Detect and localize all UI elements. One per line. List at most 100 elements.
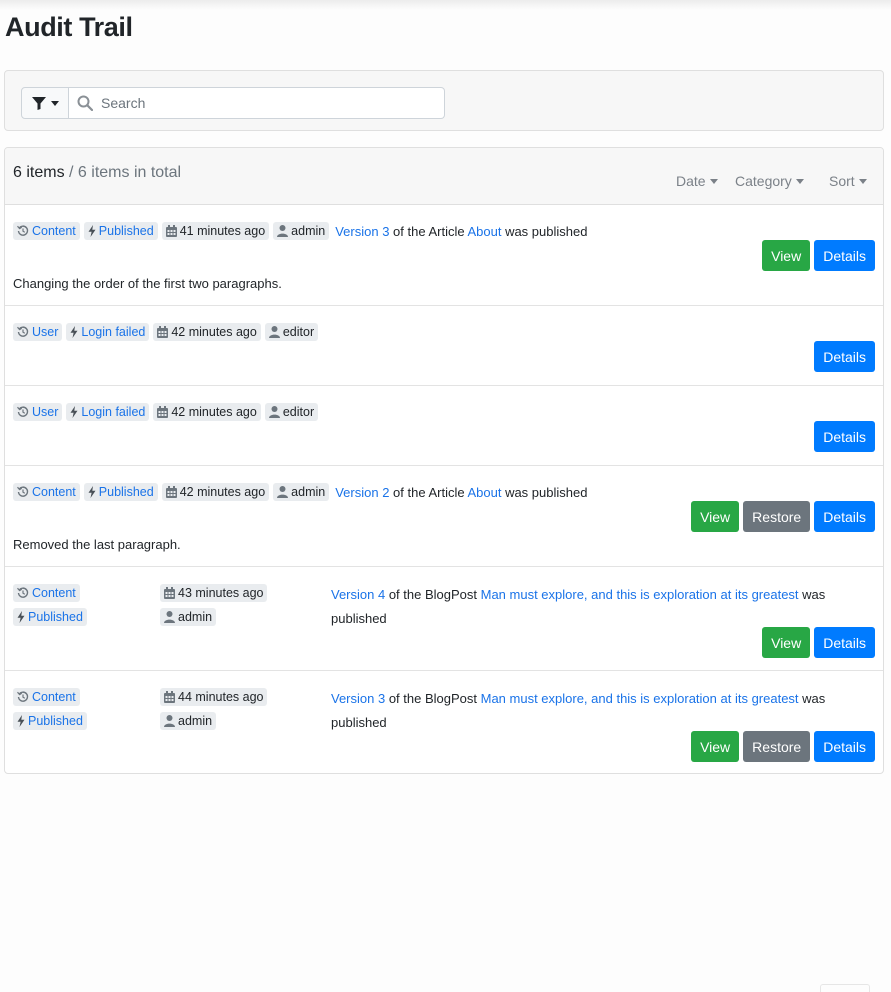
message-suffix: was published [501, 223, 588, 239]
bolt-icon [70, 406, 78, 418]
version-link[interactable]: Version 3 [335, 224, 389, 239]
event-badge-label: Published [98, 485, 154, 499]
audit-list: 6 items / 6 items in total Date Category… [4, 147, 884, 774]
history-icon [17, 225, 29, 236]
user-badge-label: admin [178, 714, 213, 728]
entry-meta: 43 minutes ago admin [160, 584, 268, 626]
user-badge: admin [273, 483, 330, 501]
restore-button[interactable]: Restore [743, 501, 811, 532]
row-actions: View Restore Details [691, 501, 875, 532]
time-badge: 42 minutes ago [153, 323, 261, 341]
sort-dropdown[interactable]: Sort [829, 173, 867, 189]
target-link[interactable]: About [467, 485, 501, 500]
search-box[interactable] [69, 87, 445, 119]
item-total-label: / 6 items in total [69, 164, 182, 181]
user-badge: editor [264, 323, 319, 341]
view-button[interactable]: View [762, 627, 811, 658]
details-button[interactable]: Details [814, 341, 875, 372]
row-actions: View Details [762, 240, 875, 271]
event-badge[interactable]: Published [83, 483, 158, 501]
audit-entry: Content Published 41 minutes ago admin Versi… [5, 205, 883, 306]
category-badge[interactable]: Content [13, 688, 80, 706]
entry-comment: Changing the order of the first two para… [13, 276, 282, 291]
view-button[interactable]: View [691, 731, 740, 762]
entry-meta: Content Published 41 minutes ago admin Versi… [13, 222, 587, 240]
user-icon [164, 715, 175, 727]
user-badge: admin [273, 222, 330, 240]
category-badge[interactable]: User [13, 323, 63, 341]
search-group [21, 87, 445, 119]
message-text: of the Article [389, 484, 468, 500]
history-icon [17, 691, 29, 702]
corner-widget [820, 984, 870, 992]
category-badge[interactable]: Content [13, 584, 80, 602]
user-badge: editor [264, 403, 319, 421]
history-icon [17, 406, 29, 417]
message-text: of the Article [389, 223, 468, 239]
time-badge-label: 44 minutes ago [178, 690, 264, 704]
event-badge[interactable]: Published [83, 222, 158, 240]
details-button[interactable]: Details [814, 731, 875, 762]
view-button[interactable]: View [691, 501, 740, 532]
version-link[interactable]: Version 3 [331, 691, 385, 706]
search-icon [77, 95, 93, 111]
chevron-down-icon [50, 100, 59, 106]
bolt-icon [17, 611, 25, 623]
event-badge[interactable]: Published [13, 712, 87, 730]
category-badge-label: User [32, 405, 59, 419]
calendar-icon [164, 691, 175, 703]
category-dropdown[interactable]: Category [735, 173, 804, 189]
row-actions: Details [814, 341, 875, 372]
category-badge-label: Content [32, 586, 76, 600]
top-shadow [0, 0, 891, 10]
user-badge-label: editor [282, 325, 315, 339]
target-link[interactable]: Man must explore, and this is exploratio… [481, 691, 799, 706]
chevron-down-icon [795, 178, 804, 184]
details-button[interactable]: Details [814, 240, 875, 271]
target-link[interactable]: Man must explore, and this is exploratio… [481, 587, 799, 602]
time-badge: 43 minutes ago [160, 584, 268, 602]
message-text: of the BlogPost [385, 691, 481, 706]
time-badge: 44 minutes ago [160, 688, 268, 706]
audit-entry: Content Published 44 minutes ago admin Versi… [5, 671, 883, 773]
event-badge[interactable]: Login failed [66, 323, 150, 341]
bolt-icon [70, 326, 78, 338]
time-badge: 42 minutes ago [161, 483, 270, 501]
category-badge[interactable]: Content [13, 483, 80, 501]
search-input[interactable] [99, 94, 399, 112]
entry-message: Version 4 of the BlogPost Man must explo… [331, 583, 831, 631]
user-badge: admin [160, 712, 217, 730]
message-text: of the BlogPost [385, 587, 481, 602]
details-button[interactable]: Details [814, 627, 875, 658]
filter-dropdown-button[interactable] [21, 87, 69, 119]
history-icon [17, 587, 29, 598]
calendar-icon [165, 486, 177, 498]
bolt-icon [88, 225, 96, 237]
details-button[interactable]: Details [814, 501, 875, 532]
category-badge[interactable]: User [13, 403, 63, 421]
user-badge-label: admin [178, 610, 213, 624]
time-badge-label: 42 minutes ago [171, 405, 257, 419]
target-link[interactable]: About [467, 224, 501, 239]
restore-button[interactable]: Restore [743, 731, 811, 762]
version-link[interactable]: Version 4 [331, 587, 385, 602]
row-actions: View Restore Details [691, 731, 875, 762]
category-badge[interactable]: Content [13, 222, 80, 240]
view-button[interactable]: View [762, 240, 811, 271]
item-count-label: 6 items [13, 164, 65, 181]
entry-tags: Content Published [13, 688, 87, 730]
version-link[interactable]: Version 2 [335, 485, 389, 500]
date-dropdown[interactable]: Date [676, 173, 718, 189]
entry-message: Version 3 of the BlogPost Man must explo… [331, 687, 831, 735]
entry-tags: Content Published [13, 584, 87, 626]
event-badge[interactable]: Published [13, 608, 87, 626]
category-badge-label: Content [32, 690, 76, 704]
entry-message: Version 3 of the Article About was publi… [335, 224, 587, 239]
filter-bar [4, 70, 884, 131]
calendar-icon [157, 406, 169, 418]
details-button[interactable]: Details [814, 421, 875, 452]
event-badge-label: Published [28, 610, 83, 624]
event-badge[interactable]: Login failed [66, 403, 150, 421]
event-badge-label: Login failed [81, 325, 146, 339]
user-badge-label: admin [291, 485, 326, 499]
